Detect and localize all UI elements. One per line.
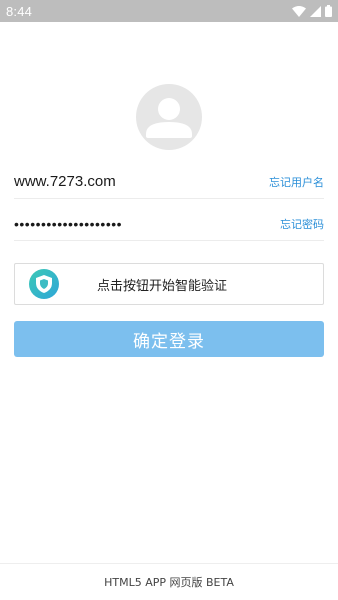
forgot-username-link[interactable]: 忘记用户名 bbox=[269, 174, 324, 190]
signal-icon bbox=[310, 5, 321, 17]
status-bar: 8:44 bbox=[0, 0, 338, 22]
forgot-password-link[interactable]: 忘记密码 bbox=[280, 216, 324, 232]
wifi-icon bbox=[292, 5, 306, 17]
password-input[interactable]: •••••••••••••••••••• bbox=[14, 216, 122, 232]
username-input[interactable]: www.7273.com bbox=[14, 173, 116, 190]
password-field[interactable]: •••••••••••••••••••• 忘记密码 bbox=[14, 207, 324, 241]
shield-check-icon bbox=[29, 269, 59, 299]
footer: HTML5 APP 网页版 BETA bbox=[0, 563, 338, 600]
status-time: 8:44 bbox=[6, 3, 33, 19]
smart-verify-label: 点击按钮开始智能验证 bbox=[97, 278, 228, 294]
footer-text: HTML5 APP 网页版 BETA bbox=[104, 576, 234, 589]
status-icons bbox=[292, 5, 332, 17]
user-avatar-icon bbox=[136, 84, 202, 150]
smart-verify-button[interactable]: 点击按钮开始智能验证 bbox=[14, 263, 324, 305]
battery-icon bbox=[325, 5, 332, 17]
login-button[interactable]: 确定登录 bbox=[14, 321, 324, 357]
username-field[interactable]: www.7273.com 忘记用户名 bbox=[14, 165, 324, 199]
